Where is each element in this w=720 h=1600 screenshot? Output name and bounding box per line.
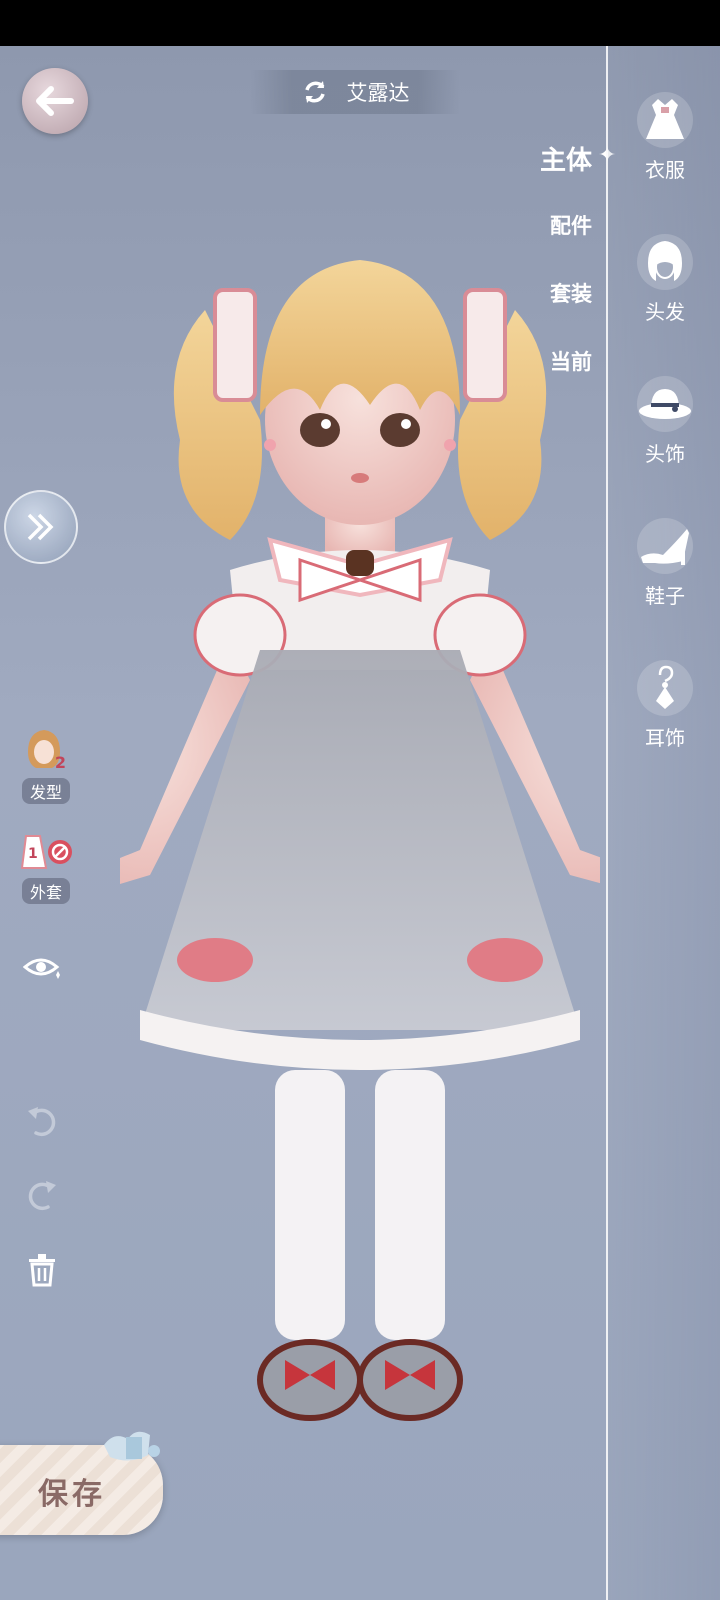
double-chevron-right-icon <box>27 513 54 541</box>
category-hair[interactable]: 头发 <box>608 234 720 325</box>
character-switch-button[interactable]: 艾露达 <box>250 70 460 114</box>
category-headwear[interactable]: 头饰 <box>608 376 720 467</box>
eye-icon <box>23 958 60 979</box>
coat-badge: 1 <box>28 846 38 862</box>
character-name: 艾露达 <box>346 81 410 105</box>
visibility-button[interactable] <box>22 948 62 988</box>
category-earrings[interactable]: 耳饰 <box>608 660 720 751</box>
hairstyle-label: 发型 <box>21 778 70 804</box>
gift-decoration-icon <box>104 1431 160 1461</box>
tab-accessories[interactable]: 配件 <box>550 210 592 240</box>
redo-button[interactable] <box>22 1176 62 1216</box>
category-label: 头发 <box>645 300 685 324</box>
category-label: 耳饰 <box>645 726 685 750</box>
back-button[interactable] <box>22 68 88 134</box>
tab-current[interactable]: 当前 <box>550 346 592 376</box>
hairstyle-icon: 2 <box>28 730 66 772</box>
dress-icon <box>637 92 693 148</box>
undo-button[interactable] <box>22 1102 62 1142</box>
coat-label: 外套 <box>21 878 70 904</box>
dress-up-screen: 艾露达 主体 ✦ 配件 套装 当前 衣服 头发 头饰 <box>0 0 720 1600</box>
hairstyle-toggle[interactable]: 2 发型 <box>14 728 78 804</box>
coat-hidden-icon: 1 <box>20 835 72 869</box>
status-bar <box>0 0 720 46</box>
category-clothing[interactable]: 衣服 <box>608 92 720 183</box>
trash-icon <box>29 1254 55 1287</box>
tab-main[interactable]: 主体 <box>540 140 592 177</box>
tab-outfits[interactable]: 套装 <box>550 278 592 308</box>
category-panel: 衣服 头发 头饰 鞋子 耳饰 <box>606 46 720 1600</box>
save-label: 保存 <box>38 1477 106 1512</box>
refresh-icon <box>304 81 325 103</box>
coat-toggle[interactable]: 1 外套 <box>14 832 78 904</box>
category-label: 鞋子 <box>645 584 685 608</box>
category-label: 衣服 <box>645 158 685 182</box>
category-label: 头饰 <box>645 442 685 466</box>
hat-icon <box>637 376 693 432</box>
hairstyle-badge: 2 <box>55 753 66 772</box>
arrow-left-icon <box>36 86 74 116</box>
shoe-icon <box>637 518 693 574</box>
undo-icon <box>28 1107 56 1137</box>
delete-button[interactable] <box>22 1250 62 1290</box>
category-shoes[interactable]: 鞋子 <box>608 518 720 609</box>
character-model[interactable] <box>120 250 600 1465</box>
expand-button[interactable] <box>4 490 78 564</box>
redo-icon <box>28 1181 56 1211</box>
save-button[interactable]: 保存 <box>0 1431 163 1535</box>
earring-icon <box>637 660 693 716</box>
hair-icon <box>637 234 693 290</box>
